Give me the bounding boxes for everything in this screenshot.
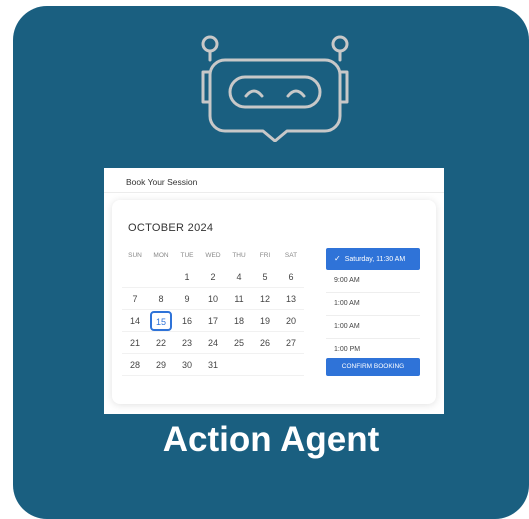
calendar-day [122, 266, 148, 288]
calendar-day[interactable]: 24 [200, 332, 226, 354]
week-row: 7 8 9 10 11 12 13 [122, 288, 304, 310]
month-label: OCTOBER 2024 [128, 222, 214, 234]
calendar-day [252, 354, 278, 376]
checkmark-icon: ✓ [334, 254, 341, 263]
calendar-day[interactable]: 30 [174, 354, 200, 376]
weekday-label: MON [153, 252, 169, 259]
week-row: 21 22 23 24 25 26 27 [122, 332, 304, 354]
calendar-day[interactable]: 10 [200, 288, 226, 310]
calendar-day[interactable]: 13 [278, 288, 304, 310]
time-slot[interactable]: 1:00 AM [326, 316, 420, 339]
selected-day-label: 15 [150, 311, 172, 331]
calendar-day[interactable]: 1 [174, 266, 200, 288]
weekday-label: SUN [128, 252, 142, 259]
agent-label: Action Agent [162, 420, 380, 459]
calendar-day[interactable]: 18 [226, 310, 252, 332]
calendar-day[interactable]: 27 [278, 332, 304, 354]
calendar-day[interactable]: 28 [122, 354, 148, 376]
calendar-day[interactable]: 21 [122, 332, 148, 354]
calendar-day[interactable]: 5 [252, 266, 278, 288]
confirm-booking-button[interactable]: CONFIRM BOOKING [326, 358, 420, 376]
calendar-day[interactable]: 14 [122, 310, 148, 332]
robot-icon [195, 30, 355, 142]
calendar-day[interactable]: 9 [174, 288, 200, 310]
calendar-day[interactable]: 17 [200, 310, 226, 332]
weekday-label: THU [232, 252, 246, 259]
calendar-day[interactable]: 25 [226, 332, 252, 354]
calendar-day[interactable]: 8 [148, 288, 174, 310]
calendar-day[interactable]: 7 [122, 288, 148, 310]
calendar-day[interactable]: 19 [252, 310, 278, 332]
calendar-day [278, 354, 304, 376]
week-row: 28 29 30 31 [122, 354, 304, 376]
weekday-label: TUE [180, 252, 194, 259]
calendar-day[interactable]: 29 [148, 354, 174, 376]
calendar-day [226, 354, 252, 376]
week-row: 1 2 4 5 6 [122, 266, 304, 288]
slot-label: Saturday, 11:30 AM [344, 256, 406, 263]
calendar-day[interactable]: 16 [174, 310, 200, 332]
weekday-label: WED [205, 252, 221, 259]
time-slot-list: ✓ Saturday, 11:30 AM 9:00 AM 1:00 AM 1:00… [326, 248, 420, 362]
booking-title: Book Your Session [126, 177, 198, 187]
weekday-label: FRI [259, 252, 271, 259]
weekday-header: SUN MON TUE WED THU FRI SAT [122, 252, 304, 259]
calendar-day[interactable]: 6 [278, 266, 304, 288]
weekday-label: SAT [284, 252, 298, 259]
calendar-day[interactable]: 12 [252, 288, 278, 310]
time-slot[interactable]: 1:00 AM [326, 293, 420, 316]
calendar-day[interactable]: 31 [200, 354, 226, 376]
week-row: 14 15 16 17 18 19 20 [122, 310, 304, 332]
time-slot[interactable]: 9:00 AM [326, 270, 420, 293]
calendar-day[interactable]: 2 [200, 266, 226, 288]
calendar-day[interactable]: 22 [148, 332, 174, 354]
calendar-day[interactable]: 11 [226, 288, 252, 310]
calendar-day[interactable]: 20 [278, 310, 304, 332]
calendar-day[interactable]: 23 [174, 332, 200, 354]
calendar-panel: OCTOBER 2024 SUN MON TUE WED THU FRI SAT… [112, 200, 436, 404]
calendar-day[interactable]: 4 [226, 266, 252, 288]
calendar-day-selected[interactable]: 15 [148, 310, 174, 332]
booking-screenshot: Book Your Session OCTOBER 2024 SUN MON T… [104, 168, 444, 414]
calendar-day[interactable]: 26 [252, 332, 278, 354]
divider [104, 192, 444, 193]
calendar-day [148, 266, 174, 288]
time-slot-selected[interactable]: ✓ Saturday, 11:30 AM [326, 248, 420, 270]
